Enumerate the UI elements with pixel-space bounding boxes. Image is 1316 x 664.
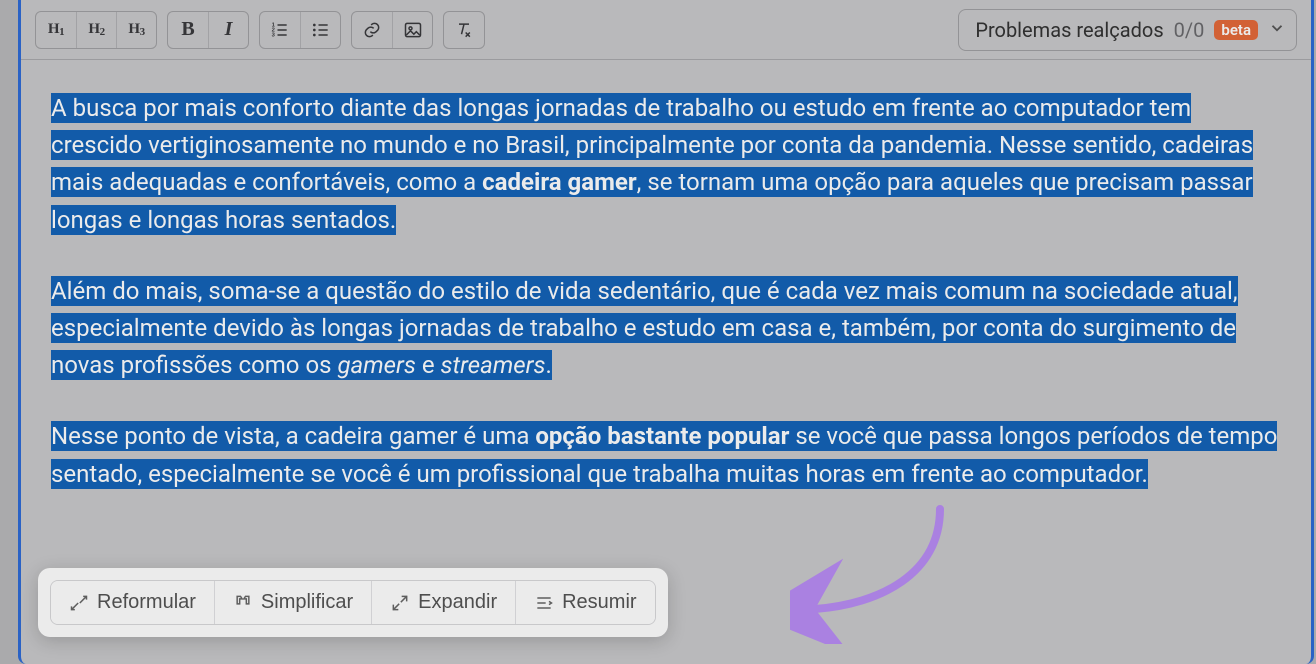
clear-format-icon <box>454 20 474 40</box>
paragraph: Nesse ponto de vista, a cadeira gamer é … <box>51 418 1281 492</box>
editor-toolbar: H1 H2 H3 B I 123 <box>21 0 1311 60</box>
problems-count: 0/0 <box>1174 18 1205 42</box>
italic-button[interactable]: I <box>208 12 248 48</box>
unordered-list-button[interactable] <box>300 12 340 48</box>
chevron-down-icon <box>1268 18 1286 42</box>
heading-2-button[interactable]: H2 <box>76 12 116 48</box>
simplify-label: Simplificar <box>261 591 353 614</box>
editor-frame: H1 H2 H3 B I 123 <box>18 0 1314 664</box>
link-icon <box>362 20 382 40</box>
simplify-icon <box>233 593 253 613</box>
reformulate-button[interactable]: Reformular <box>51 581 214 624</box>
insert-group <box>351 11 433 49</box>
editor-content[interactable]: A busca por mais conforto diante das lon… <box>21 60 1311 557</box>
selected-text: Além do mais, soma-se a questão do estil… <box>51 276 1238 380</box>
clear-formatting-button[interactable] <box>444 12 484 48</box>
reformulate-label: Reformular <box>97 591 196 614</box>
link-button[interactable] <box>352 12 392 48</box>
heading-group: H1 H2 H3 <box>35 11 157 49</box>
expand-button[interactable]: Expandir <box>371 581 515 624</box>
format-group: B I <box>167 11 249 49</box>
summarize-icon <box>534 593 554 613</box>
heading-1-button[interactable]: H1 <box>36 12 76 48</box>
heading-3-button[interactable]: H3 <box>116 12 156 48</box>
svg-text:3: 3 <box>272 32 276 38</box>
selected-text: Nesse ponto de vista, a cadeira gamer é … <box>51 421 1277 488</box>
selection-actions-toolbar: Reformular Simplificar Expandir Resumir <box>38 568 668 637</box>
simplify-button[interactable]: Simplificar <box>214 581 371 624</box>
ordered-list-icon: 123 <box>270 20 290 40</box>
summarize-label: Resumir <box>562 591 636 614</box>
expand-label: Expandir <box>418 591 497 614</box>
beta-badge: beta <box>1214 20 1258 40</box>
unordered-list-icon <box>311 20 331 40</box>
selected-text: A busca por mais conforto diante das lon… <box>51 93 1253 235</box>
image-button[interactable] <box>392 12 432 48</box>
reformulate-icon <box>69 593 89 613</box>
expand-icon <box>390 593 410 613</box>
problems-label: Problemas realçados <box>975 18 1163 42</box>
summarize-button[interactable]: Resumir <box>515 581 654 624</box>
image-icon <box>403 20 423 40</box>
clear-group <box>443 11 485 49</box>
bold-button[interactable]: B <box>168 12 208 48</box>
list-group: 123 <box>259 11 341 49</box>
paragraph: A busca por mais conforto diante das lon… <box>51 90 1281 239</box>
ordered-list-button[interactable]: 123 <box>260 12 300 48</box>
paragraph: Além do mais, soma-se a questão do estil… <box>51 273 1281 385</box>
problems-dropdown[interactable]: Problemas realçados 0/0 beta <box>958 9 1297 51</box>
